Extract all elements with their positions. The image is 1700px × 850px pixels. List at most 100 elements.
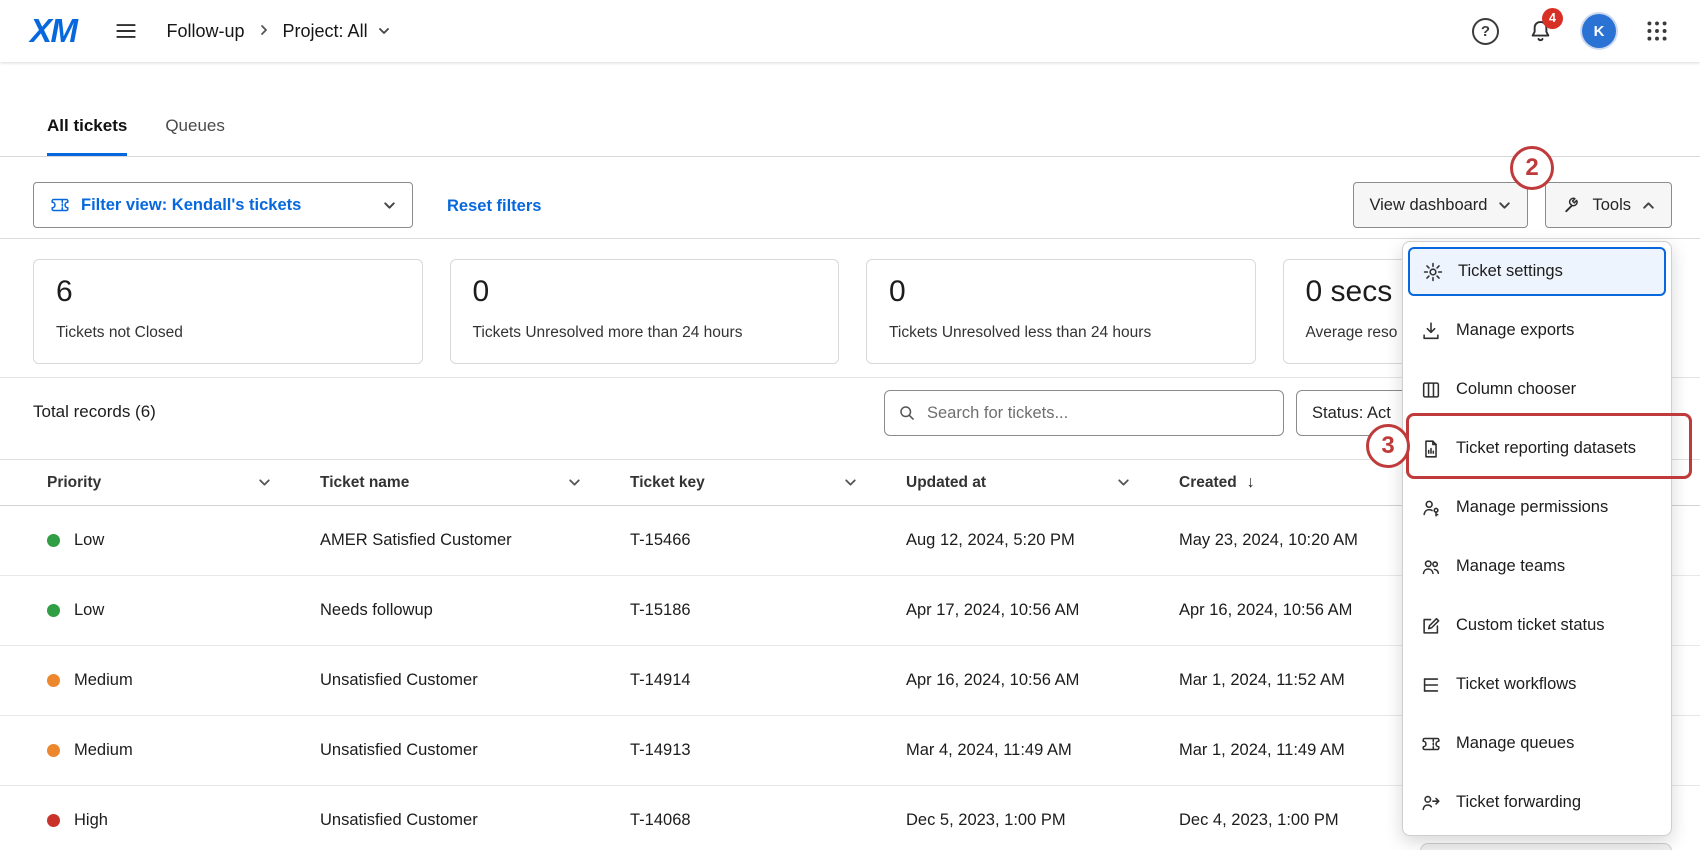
menu-item-label: Column chooser — [1456, 380, 1576, 399]
column-label: Created — [1179, 474, 1237, 492]
column-header-ticket-key[interactable]: Ticket key — [630, 474, 906, 492]
forward-arrow-icon — [1420, 792, 1442, 814]
ticket-icon — [49, 194, 71, 216]
notifications-button[interactable]: 4 — [1527, 18, 1554, 45]
column-header-ticket-name[interactable]: Ticket name — [320, 474, 630, 492]
menu-item-ticket-reporting-datasets[interactable]: Ticket reporting datasets — [1403, 419, 1671, 478]
breadcrumb: Follow-up Project: All — [167, 21, 391, 42]
priority-cell: High — [47, 811, 320, 830]
chevron-up-icon — [1641, 198, 1656, 213]
priority-label: Low — [74, 531, 104, 550]
priority-cell: Medium — [47, 741, 320, 760]
menu-item-manage-permissions[interactable]: Manage permissions — [1403, 478, 1671, 537]
ticket-name-cell: Needs followup — [320, 601, 630, 620]
menu-item-label: Manage exports — [1456, 321, 1574, 340]
updated-at-cell: Aug 12, 2024, 5:20 PM — [906, 531, 1179, 550]
report-dataset-icon — [1420, 438, 1442, 460]
reset-filters-link[interactable]: Reset filters — [447, 197, 541, 216]
menu-item-label: Manage teams — [1456, 557, 1565, 576]
stat-value: 0 — [889, 275, 1233, 309]
workflow-icon — [1420, 674, 1442, 696]
tab-all-tickets[interactable]: All tickets — [47, 116, 127, 156]
ticket-key-cell: T-14913 — [630, 741, 906, 760]
menu-item-label: Ticket reporting datasets — [1456, 439, 1636, 458]
menu-item-ticket-forwarding[interactable]: Ticket forwarding — [1403, 773, 1671, 832]
priority-dot — [47, 744, 60, 757]
column-label: Updated at — [906, 474, 986, 492]
menu-item-ticket-workflows[interactable]: Ticket workflows — [1403, 655, 1671, 714]
status-filter-label: Status: Act — [1312, 404, 1391, 423]
app-window: XM Follow-up Project: All ? 4 K — [0, 0, 1700, 850]
updated-at-cell: Mar 4, 2024, 11:49 AM — [906, 741, 1179, 760]
breadcrumb-project[interactable]: Follow-up — [167, 21, 245, 42]
updated-at-cell: Apr 17, 2024, 10:56 AM — [906, 601, 1179, 620]
tab-queues[interactable]: Queues — [165, 116, 225, 156]
menu-item-label: Ticket settings — [1458, 262, 1563, 281]
view-dashboard-button[interactable]: View dashboard — [1353, 182, 1528, 228]
tools-button[interactable]: Tools — [1545, 182, 1672, 228]
apps-grid-icon[interactable] — [1644, 18, 1670, 44]
search-input[interactable] — [927, 404, 1271, 423]
priority-cell: Low — [47, 601, 320, 620]
menu-item-label: Custom ticket status — [1456, 616, 1605, 635]
updated-at-cell: Dec 5, 2023, 1:00 PM — [906, 811, 1179, 830]
chevron-down-icon — [1116, 475, 1131, 490]
help-icon[interactable]: ? — [1472, 18, 1499, 45]
ticket-key-cell: T-14914 — [630, 671, 906, 690]
stat-label: Tickets Unresolved less than 24 hours — [889, 324, 1233, 342]
menu-item-ticket-settings[interactable]: Ticket settings — [1408, 247, 1666, 296]
stat-label: Tickets Unresolved more than 24 hours — [473, 324, 817, 342]
section-divider — [0, 238, 1700, 239]
column-header-updated-at[interactable]: Updated at — [906, 474, 1179, 492]
priority-cell: Medium — [47, 671, 320, 690]
priority-dot — [47, 674, 60, 687]
hamburger-menu-icon[interactable] — [113, 18, 139, 44]
tools-label: Tools — [1592, 196, 1631, 215]
ticket-key-cell: T-14068 — [630, 811, 906, 830]
chevron-down-icon — [377, 24, 391, 38]
partially-visible-button[interactable] — [1420, 843, 1672, 850]
chevron-down-icon — [1497, 198, 1512, 213]
sort-descending-icon: ↓ — [1247, 474, 1255, 492]
priority-dot — [47, 534, 60, 547]
priority-dot — [47, 814, 60, 827]
menu-item-custom-ticket-status[interactable]: Custom ticket status — [1403, 596, 1671, 655]
priority-label: High — [74, 811, 108, 830]
column-label: Ticket name — [320, 474, 409, 492]
column-header-priority[interactable]: Priority — [47, 474, 320, 492]
xm-logo[interactable]: XM — [30, 12, 77, 50]
menu-item-manage-exports[interactable]: Manage exports — [1403, 301, 1671, 360]
chevron-right-icon — [257, 21, 271, 42]
chevron-down-icon — [843, 475, 858, 490]
column-label: Priority — [47, 474, 101, 492]
stat-label: Tickets not Closed — [56, 324, 400, 342]
column-label: Ticket key — [630, 474, 705, 492]
updated-at-cell: Apr 16, 2024, 10:56 AM — [906, 671, 1179, 690]
ticket-icon — [1420, 733, 1442, 755]
priority-label: Medium — [74, 671, 133, 690]
menu-item-label: Ticket workflows — [1456, 675, 1576, 694]
ticket-search — [884, 390, 1284, 436]
filter-view-dropdown[interactable]: Filter view: Kendall's tickets — [33, 182, 413, 228]
stat-value: 0 — [473, 275, 817, 309]
priority-dot — [47, 604, 60, 617]
menu-item-label: Manage permissions — [1456, 498, 1608, 517]
total-records-label: Total records (6) — [33, 402, 156, 422]
ticket-name-cell: Unsatisfied Customer — [320, 741, 630, 760]
edit-icon — [1420, 615, 1442, 637]
stat-card-not-closed: 6 Tickets not Closed — [33, 259, 423, 364]
avatar[interactable]: K — [1582, 14, 1616, 48]
ticket-name-cell: AMER Satisfied Customer — [320, 531, 630, 550]
stat-value: 6 — [56, 275, 400, 309]
priority-cell: Low — [47, 531, 320, 550]
chevron-down-icon — [567, 475, 582, 490]
ticket-key-cell: T-15186 — [630, 601, 906, 620]
project-selector[interactable]: Project: All — [283, 21, 391, 42]
gear-icon — [1422, 261, 1444, 283]
menu-item-column-chooser[interactable]: Column chooser — [1403, 360, 1671, 419]
notification-badge: 4 — [1542, 8, 1563, 29]
tab-bar: All tickets Queues — [47, 116, 225, 156]
menu-item-manage-teams[interactable]: Manage teams — [1403, 537, 1671, 596]
wrench-icon — [1561, 195, 1582, 216]
menu-item-manage-queues[interactable]: Manage queues — [1403, 714, 1671, 773]
